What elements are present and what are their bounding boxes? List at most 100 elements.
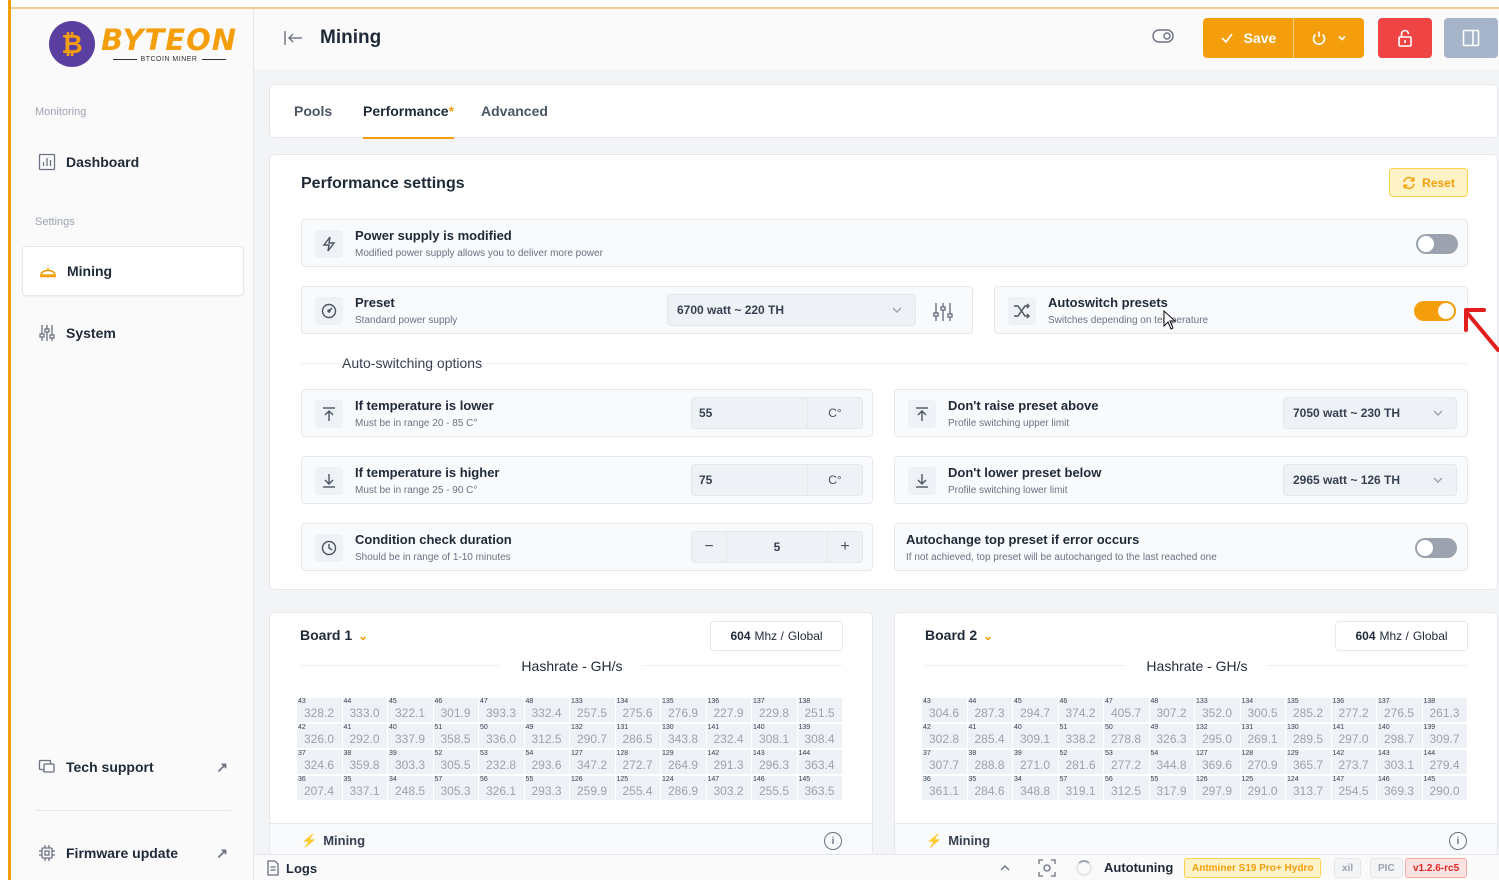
hashrate-cell[interactable]: 57 319.1 xyxy=(1058,776,1104,800)
hashrate-cell[interactable]: 133 352.0 xyxy=(1195,698,1241,722)
hashrate-cell[interactable]: 127 347.2 xyxy=(570,750,616,774)
hashrate-cell[interactable]: 130 343.8 xyxy=(661,724,707,748)
hashrate-cell[interactable]: 38 288.8 xyxy=(967,750,1013,774)
reset-button[interactable]: Reset xyxy=(1389,168,1468,197)
hashrate-cell[interactable]: 41 285.4 xyxy=(967,724,1013,748)
hashrate-cell[interactable]: 56 312.5 xyxy=(1104,776,1150,800)
hashrate-cell[interactable]: 54 344.8 xyxy=(1149,750,1195,774)
power-supply-toggle[interactable] xyxy=(1416,234,1458,254)
hashrate-cell[interactable]: 143 303.1 xyxy=(1377,750,1423,774)
hashrate-cell[interactable]: 43 304.6 xyxy=(922,698,968,722)
hashrate-cell[interactable]: 47 405.7 xyxy=(1104,698,1150,722)
hashrate-cell[interactable]: 57 305.3 xyxy=(433,776,479,800)
hashrate-cell[interactable]: 141 297.0 xyxy=(1331,724,1377,748)
hashrate-cell[interactable]: 56 326.1 xyxy=(479,776,525,800)
board-frequency[interactable]: 604 Mhz / Global xyxy=(1335,621,1468,651)
hashrate-cell[interactable]: 129 365.7 xyxy=(1286,750,1332,774)
hashrate-cell[interactable]: 54 293.6 xyxy=(524,750,570,774)
hashrate-cell[interactable]: 130 289.5 xyxy=(1286,724,1332,748)
autochange-toggle[interactable] xyxy=(1415,538,1457,558)
hashrate-cell[interactable]: 51 358.5 xyxy=(433,724,479,748)
hashrate-cell[interactable]: 137 229.8 xyxy=(752,698,798,722)
hashrate-cell[interactable]: 35 337.1 xyxy=(342,776,388,800)
hashrate-cell[interactable]: 132 295.0 xyxy=(1195,724,1241,748)
save-options-dropdown[interactable] xyxy=(1294,18,1364,58)
hashrate-cell[interactable]: 143 296.3 xyxy=(752,750,798,774)
save-action[interactable]: Save xyxy=(1203,18,1294,58)
hashrate-cell[interactable]: 125 255.4 xyxy=(615,776,661,800)
hashrate-cell[interactable]: 39 271.0 xyxy=(1013,750,1059,774)
hashrate-cell[interactable]: 37 324.6 xyxy=(297,750,343,774)
condition-duration-stepper[interactable]: − 5 + xyxy=(691,531,863,563)
hashrate-cell[interactable]: 133 257.5 xyxy=(570,698,616,722)
info-icon[interactable]: i xyxy=(824,832,842,850)
collapse-sidebar-icon[interactable] xyxy=(282,27,304,49)
tab-pools[interactable]: Pools xyxy=(294,103,332,119)
condition-duration-value[interactable]: 5 xyxy=(726,532,828,562)
hashrate-cell[interactable]: 142 291.3 xyxy=(706,750,752,774)
hashrate-cell[interactable]: 40 337.9 xyxy=(388,724,434,748)
hashrate-cell[interactable]: 132 290.7 xyxy=(570,724,616,748)
hashrate-cell[interactable]: 137 276.5 xyxy=(1377,698,1423,722)
focus-icon[interactable] xyxy=(1038,859,1056,877)
hashrate-cell[interactable]: 139 309.7 xyxy=(1422,724,1468,748)
hashrate-cell[interactable]: 55 293.3 xyxy=(524,776,570,800)
hashrate-cell[interactable]: 46 374.2 xyxy=(1058,698,1104,722)
hashrate-cell[interactable]: 49 312.5 xyxy=(524,724,570,748)
hashrate-cell[interactable]: 145 290.0 xyxy=(1422,776,1468,800)
hashrate-cell[interactable]: 126 259.9 xyxy=(570,776,616,800)
hashrate-cell[interactable]: 43 328.2 xyxy=(297,698,343,722)
board-title[interactable]: Board 1 ⌄ xyxy=(300,627,368,643)
hashrate-cell[interactable]: 144 279.4 xyxy=(1422,750,1468,774)
hashrate-cell[interactable]: 49 326.3 xyxy=(1149,724,1195,748)
hashrate-cell[interactable]: 34 248.5 xyxy=(388,776,434,800)
hashrate-cell[interactable]: 42 302.8 xyxy=(922,724,968,748)
hashrate-cell[interactable]: 138 251.5 xyxy=(797,698,843,722)
hashrate-cell[interactable]: 146 255.5 xyxy=(752,776,798,800)
sidebar-item-firmware-update[interactable]: Firmware update ↗ xyxy=(22,828,244,878)
hashrate-cell[interactable]: 50 336.0 xyxy=(479,724,525,748)
hashrate-cell[interactable]: 124 286.9 xyxy=(661,776,707,800)
hashrate-cell[interactable]: 55 317.9 xyxy=(1149,776,1195,800)
hashrate-cell[interactable]: 42 326.0 xyxy=(297,724,343,748)
hashrate-cell[interactable]: 135 276.9 xyxy=(661,698,707,722)
hashrate-cell[interactable]: 136 277.2 xyxy=(1331,698,1377,722)
hashrate-cell[interactable]: 126 297.9 xyxy=(1195,776,1241,800)
save-button[interactable]: Save xyxy=(1203,18,1364,58)
logs-button[interactable]: Logs xyxy=(266,860,317,876)
hashrate-cell[interactable]: 51 338.2 xyxy=(1058,724,1104,748)
hashrate-cell[interactable]: 39 303.3 xyxy=(388,750,434,774)
sidebar-item-mining[interactable]: Mining xyxy=(22,246,244,296)
hashrate-cell[interactable]: 44 333.0 xyxy=(342,698,388,722)
hashrate-cell[interactable]: 147 303.2 xyxy=(706,776,752,800)
hashrate-cell[interactable]: 35 284.6 xyxy=(967,776,1013,800)
hashrate-cell[interactable]: 34 348.8 xyxy=(1013,776,1059,800)
sidebar-item-system[interactable]: System xyxy=(22,308,244,358)
sidebar-item-dashboard[interactable]: Dashboard xyxy=(22,137,244,187)
decrement-button[interactable]: − xyxy=(692,532,726,562)
hashrate-cell[interactable]: 47 393.3 xyxy=(479,698,525,722)
info-icon[interactable]: i xyxy=(1449,832,1467,850)
theme-toggle-icon[interactable] xyxy=(1152,29,1174,43)
hashrate-cell[interactable]: 140 298.7 xyxy=(1377,724,1423,748)
preset-select[interactable]: 6700 watt ~ 220 TH xyxy=(667,294,916,326)
hashrate-cell[interactable]: 146 369.3 xyxy=(1377,776,1423,800)
hashrate-cell[interactable]: 48 332.4 xyxy=(524,698,570,722)
hashrate-cell[interactable]: 131 269.1 xyxy=(1240,724,1286,748)
chevron-up-icon[interactable] xyxy=(998,861,1012,875)
increment-button[interactable]: + xyxy=(828,532,862,562)
hashrate-cell[interactable]: 38 359.8 xyxy=(342,750,388,774)
hashrate-cell[interactable]: 134 300.5 xyxy=(1240,698,1286,722)
hashrate-cell[interactable]: 53 277.2 xyxy=(1104,750,1150,774)
lower-below-select[interactable]: 2965 watt ~ 126 TH xyxy=(1283,464,1457,496)
temp-higher-input[interactable]: 75 C° xyxy=(691,464,863,496)
hashrate-cell[interactable]: 144 363.4 xyxy=(797,750,843,774)
raise-above-select[interactable]: 7050 watt ~ 230 TH xyxy=(1283,397,1457,429)
hashrate-cell[interactable]: 135 285.2 xyxy=(1286,698,1332,722)
hashrate-cell[interactable]: 139 308.4 xyxy=(797,724,843,748)
hashrate-cell[interactable]: 37 307.7 xyxy=(922,750,968,774)
hashrate-cell[interactable]: 141 232.4 xyxy=(706,724,752,748)
toggle-panel-button[interactable] xyxy=(1444,18,1498,58)
hashrate-cell[interactable]: 41 292.0 xyxy=(342,724,388,748)
hashrate-cell[interactable]: 48 307.2 xyxy=(1149,698,1195,722)
